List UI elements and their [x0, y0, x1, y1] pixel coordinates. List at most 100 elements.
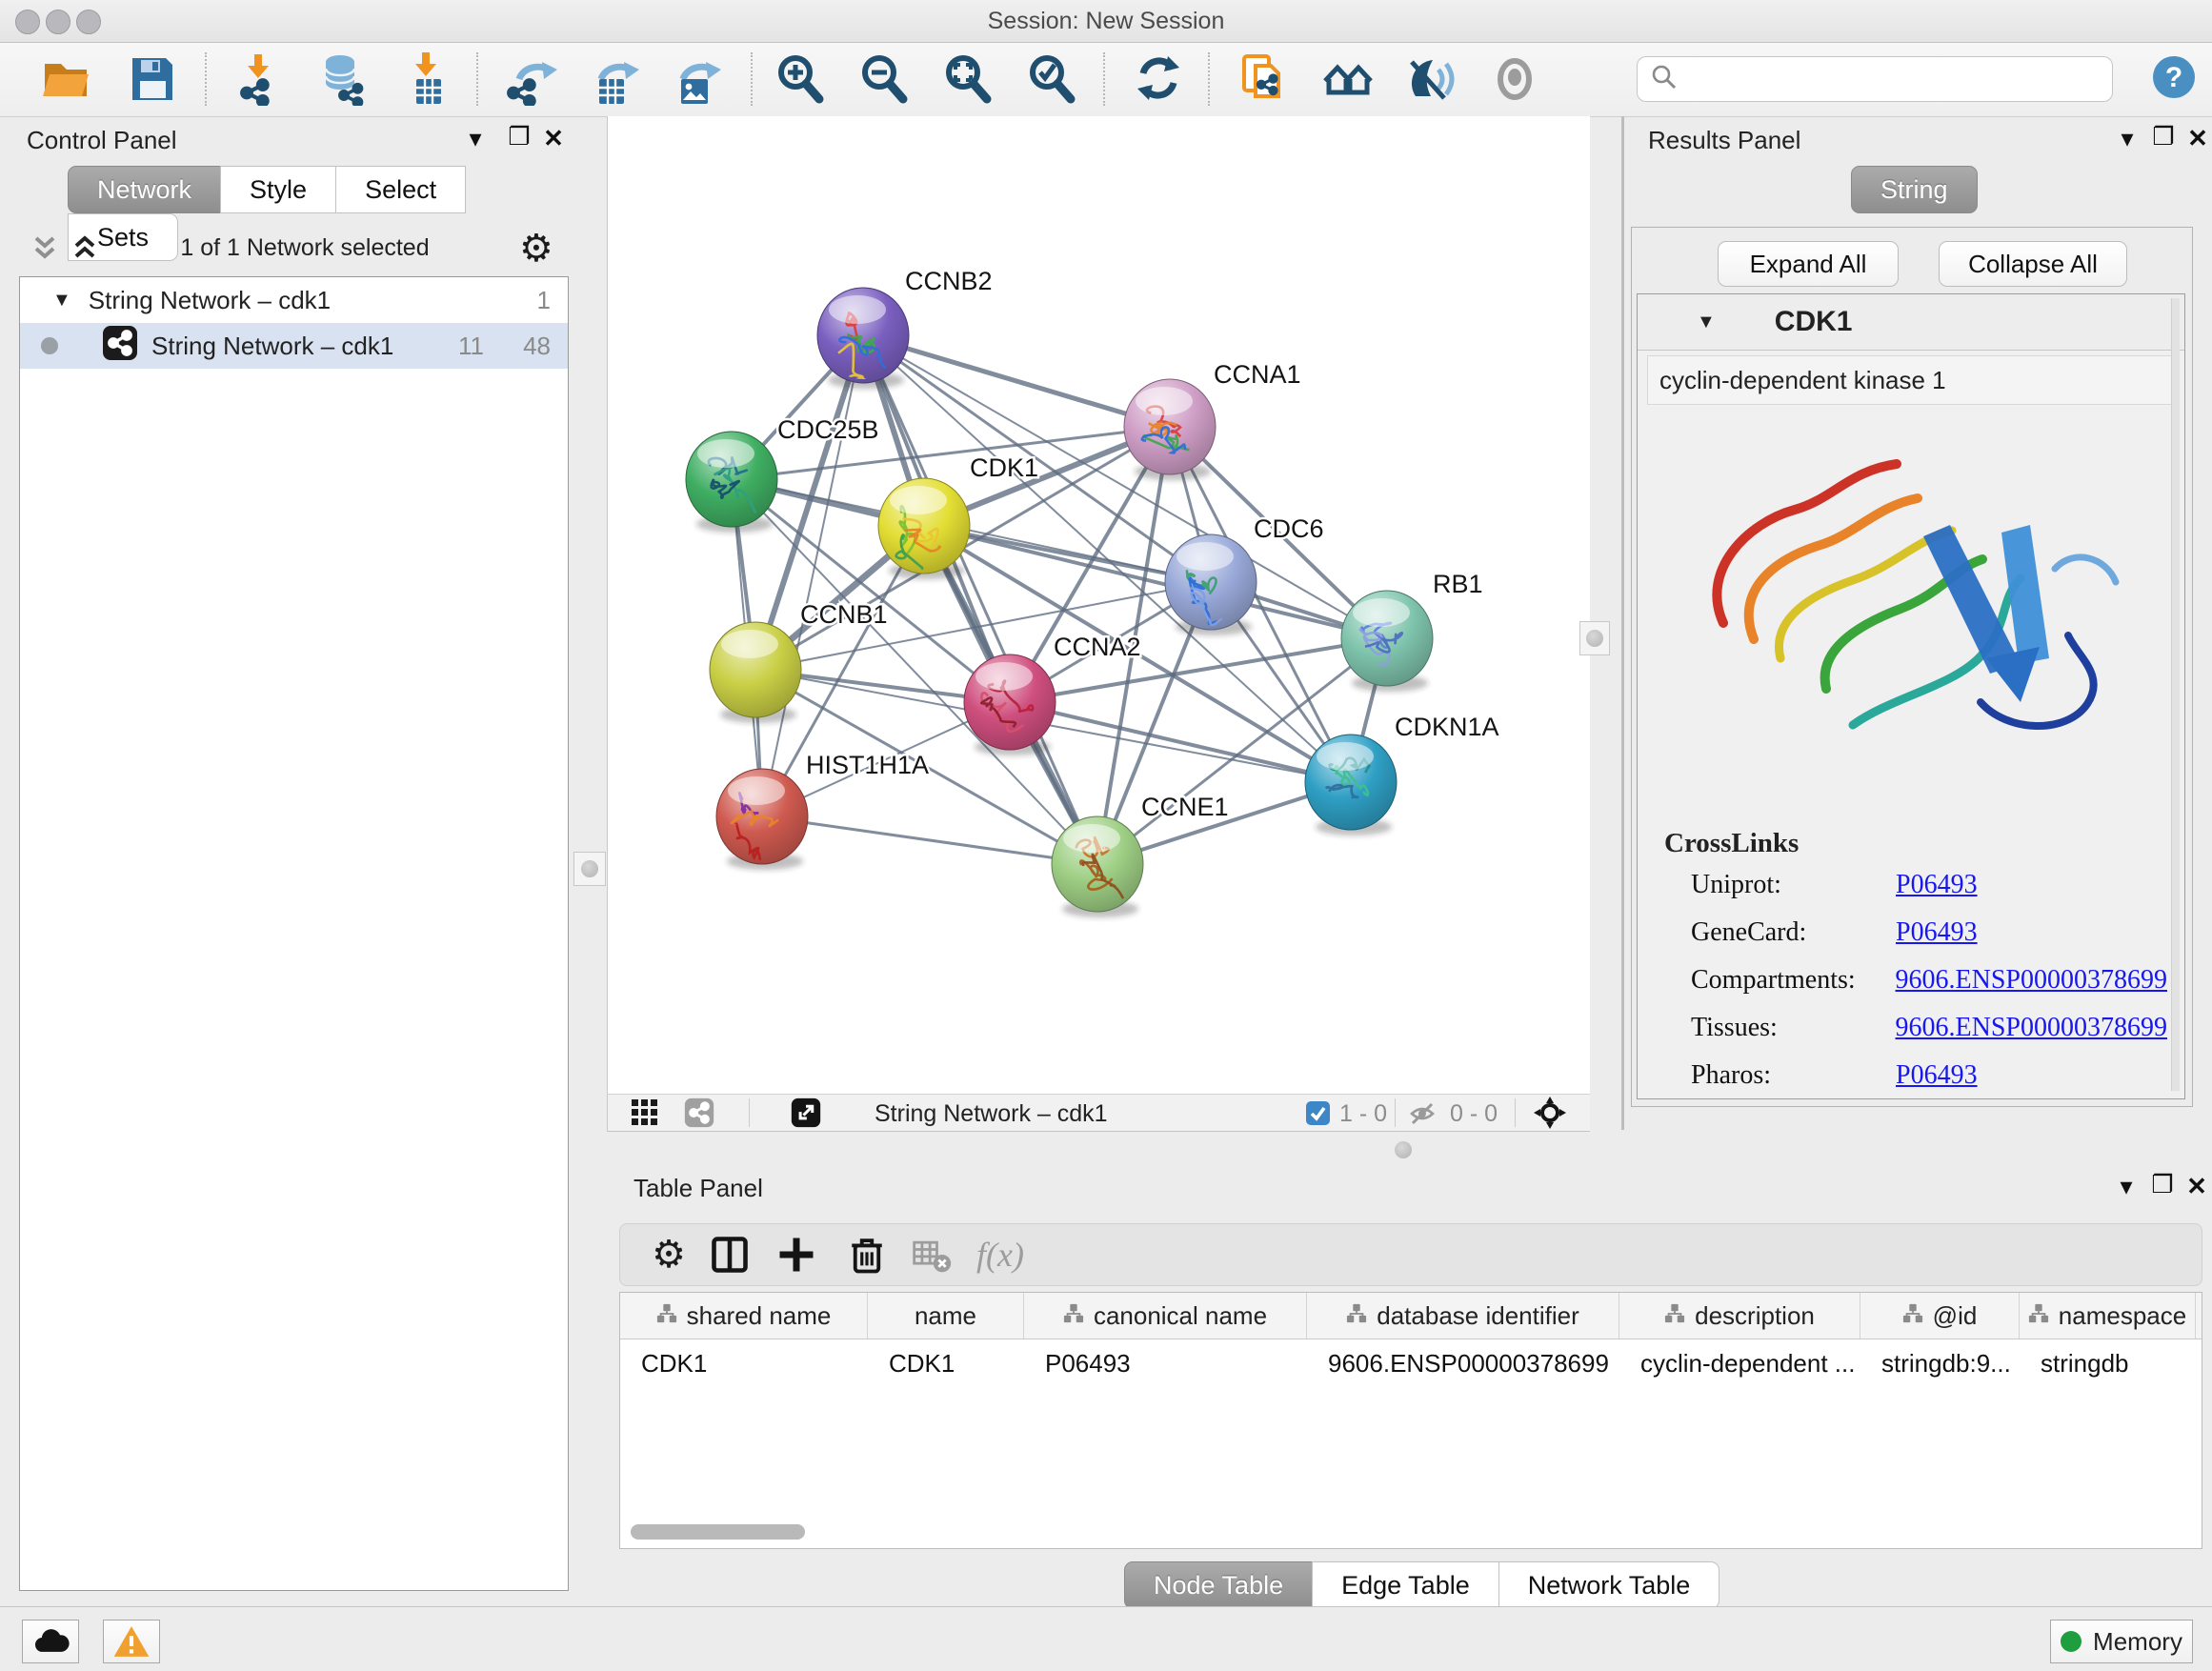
- results-scrollbar[interactable]: [2171, 298, 2180, 1091]
- crosslink-link[interactable]: P06493: [1896, 1060, 1978, 1091]
- add-column-icon[interactable]: [771, 1230, 822, 1279]
- export-table-button[interactable]: [585, 50, 640, 108]
- table-panel-close-icon[interactable]: ✕: [2181, 1172, 2212, 1201]
- node-CCNA1[interactable]: [1124, 379, 1216, 480]
- control-panel-menu-icon[interactable]: ▾: [459, 124, 492, 153]
- network-share-icon[interactable]: [684, 1097, 714, 1133]
- help-button[interactable]: ?: [2151, 54, 2197, 105]
- table-panel-menu-icon[interactable]: ▾: [2110, 1172, 2142, 1201]
- table-cell[interactable]: stringdb: [2020, 1339, 2196, 1387]
- table-cell[interactable]: 9606.ENSP00000378699: [1307, 1339, 1619, 1387]
- control-panel-close-icon[interactable]: ✕: [537, 124, 570, 153]
- selected-checkbox-icon[interactable]: [1305, 1100, 1331, 1131]
- table-hscrollbar-thumb[interactable]: [631, 1524, 805, 1540]
- edge-HIST1H1A-CCNE1[interactable]: [762, 816, 1097, 864]
- refresh-button[interactable]: [1131, 50, 1186, 108]
- table-cell[interactable]: P06493: [1024, 1339, 1307, 1387]
- clone-network-button[interactable]: [1236, 50, 1291, 108]
- column-header-shared-name[interactable]: shared name: [620, 1293, 868, 1339]
- import-database-button[interactable]: [314, 50, 370, 108]
- open-folder-button[interactable]: [38, 50, 93, 108]
- crosslink-link[interactable]: P06493: [1896, 870, 1978, 900]
- gene-collapse-icon[interactable]: ▼: [1697, 312, 1716, 333]
- column-header-description[interactable]: description: [1619, 1293, 1860, 1339]
- table-splitter-handle[interactable]: [1395, 1141, 1412, 1158]
- function-builder-icon[interactable]: f(x): [975, 1230, 1026, 1279]
- collapse-all-button[interactable]: Collapse All: [1939, 241, 2127, 287]
- left-splitter-handle[interactable]: [573, 852, 606, 886]
- delete-column-icon[interactable]: [841, 1230, 893, 1279]
- collection-expand-icon[interactable]: ▼: [52, 290, 71, 312]
- search-field[interactable]: [1637, 56, 2113, 102]
- tab-network-table[interactable]: Network Table: [1498, 1561, 1720, 1609]
- table-gear-icon[interactable]: ⚙: [643, 1230, 694, 1279]
- table-row[interactable]: CDK1CDK1P064939606.ENSP00000378699cyclin…: [620, 1339, 2202, 1387]
- column-header-name[interactable]: name: [868, 1293, 1024, 1339]
- export-image-button[interactable]: [667, 50, 722, 108]
- expand-all-icon[interactable]: [69, 232, 101, 270]
- table-cell[interactable]: CDK1: [620, 1339, 868, 1387]
- show-columns-icon[interactable]: [704, 1230, 755, 1279]
- edge-CCNB2-CCNA1[interactable]: [863, 335, 1170, 427]
- network-row-selected[interactable]: String Network – cdk1 11 48: [20, 323, 568, 369]
- save-button[interactable]: [124, 50, 179, 108]
- table-cell[interactable]: cyclin-dependent ...: [1619, 1339, 1860, 1387]
- tab-style[interactable]: Style: [220, 166, 336, 213]
- column-header-canonical-name[interactable]: canonical name: [1024, 1293, 1307, 1339]
- node-CDC25B[interactable]: [686, 432, 777, 533]
- node-CCNB1[interactable]: [710, 622, 801, 723]
- gene-section-header[interactable]: ▼ CDK1: [1638, 294, 2184, 351]
- delete-table-icon[interactable]: [906, 1230, 957, 1279]
- memory-button[interactable]: Memory: [2050, 1620, 2193, 1663]
- column-header--id[interactable]: @id: [1860, 1293, 2020, 1339]
- tab-select[interactable]: Select: [335, 166, 466, 213]
- zoom-out-button[interactable]: [857, 50, 913, 108]
- results-panel-menu-icon[interactable]: ▾: [2111, 124, 2143, 153]
- zoom-selected-button[interactable]: [1025, 50, 1080, 108]
- table-cell[interactable]: CDK1: [868, 1339, 1024, 1387]
- node-CDKN1A[interactable]: [1305, 735, 1397, 836]
- import-table-button[interactable]: [400, 50, 455, 108]
- network-collection-row[interactable]: ▼ String Network – cdk1 1: [20, 277, 568, 323]
- homes-button[interactable]: [1320, 50, 1376, 108]
- crosslink-link[interactable]: 9606.ENSP00000378699: [1896, 965, 2167, 996]
- network-canvas[interactable]: CCNB2CCNA1CDC25BCDK1CDC6RB1CCNB1CCNA2CDK…: [607, 116, 1590, 1094]
- edge-CCNB2-HIST1H1A[interactable]: [762, 335, 863, 816]
- warning-button[interactable]: [103, 1620, 160, 1663]
- tab-edge-table[interactable]: Edge Table: [1312, 1561, 1499, 1609]
- network-options-gear-icon[interactable]: ⚙: [519, 227, 553, 271]
- node-CCNE1[interactable]: [1052, 816, 1143, 917]
- import-network-button[interactable]: [232, 50, 288, 108]
- zoom-fit-button[interactable]: [941, 50, 996, 108]
- node-CCNB2[interactable]: [817, 288, 909, 389]
- table-cell[interactable]: stringdb:9...: [1860, 1339, 2020, 1387]
- edge-CCNB2-CCNE1[interactable]: [863, 335, 1097, 864]
- tab-network[interactable]: Network: [68, 166, 221, 213]
- show-eye-button[interactable]: [1487, 50, 1542, 108]
- crosslink-link[interactable]: 9606.ENSP00000378699: [1896, 1013, 2167, 1043]
- search-input[interactable]: [1685, 59, 2112, 99]
- results-panel-float-icon[interactable]: ❐: [2147, 122, 2180, 151]
- node-HIST1H1A[interactable]: [716, 769, 808, 872]
- right-splitter-handle[interactable]: [1579, 621, 1610, 655]
- column-header-namespace[interactable]: namespace: [2020, 1293, 2196, 1339]
- hidden-eye-icon[interactable]: [1408, 1099, 1437, 1133]
- export-network-button[interactable]: [503, 50, 558, 108]
- expand-all-button[interactable]: Expand All: [1718, 241, 1899, 287]
- edge-CCNA2-CDKN1A[interactable]: [1010, 702, 1351, 782]
- column-header-database-identifier[interactable]: database identifier: [1307, 1293, 1619, 1339]
- crosslink-link[interactable]: P06493: [1896, 917, 1978, 948]
- node-CDK1[interactable]: [878, 478, 970, 585]
- grid-view-icon[interactable]: [631, 1098, 659, 1132]
- node-CDC6[interactable]: [1165, 534, 1257, 635]
- node-RB1[interactable]: [1341, 591, 1433, 692]
- detach-view-icon[interactable]: [791, 1097, 821, 1133]
- results-panel-close-icon[interactable]: ✕: [2182, 124, 2212, 153]
- zoom-in-button[interactable]: [774, 50, 829, 108]
- cloud-button[interactable]: [22, 1620, 79, 1663]
- tab-string[interactable]: String: [1851, 166, 1978, 213]
- collapse-all-icon[interactable]: [29, 232, 61, 270]
- table-panel-float-icon[interactable]: ❐: [2146, 1170, 2179, 1199]
- birdseye-toggle-icon[interactable]: [1534, 1097, 1566, 1134]
- tab-node-table[interactable]: Node Table: [1124, 1561, 1313, 1609]
